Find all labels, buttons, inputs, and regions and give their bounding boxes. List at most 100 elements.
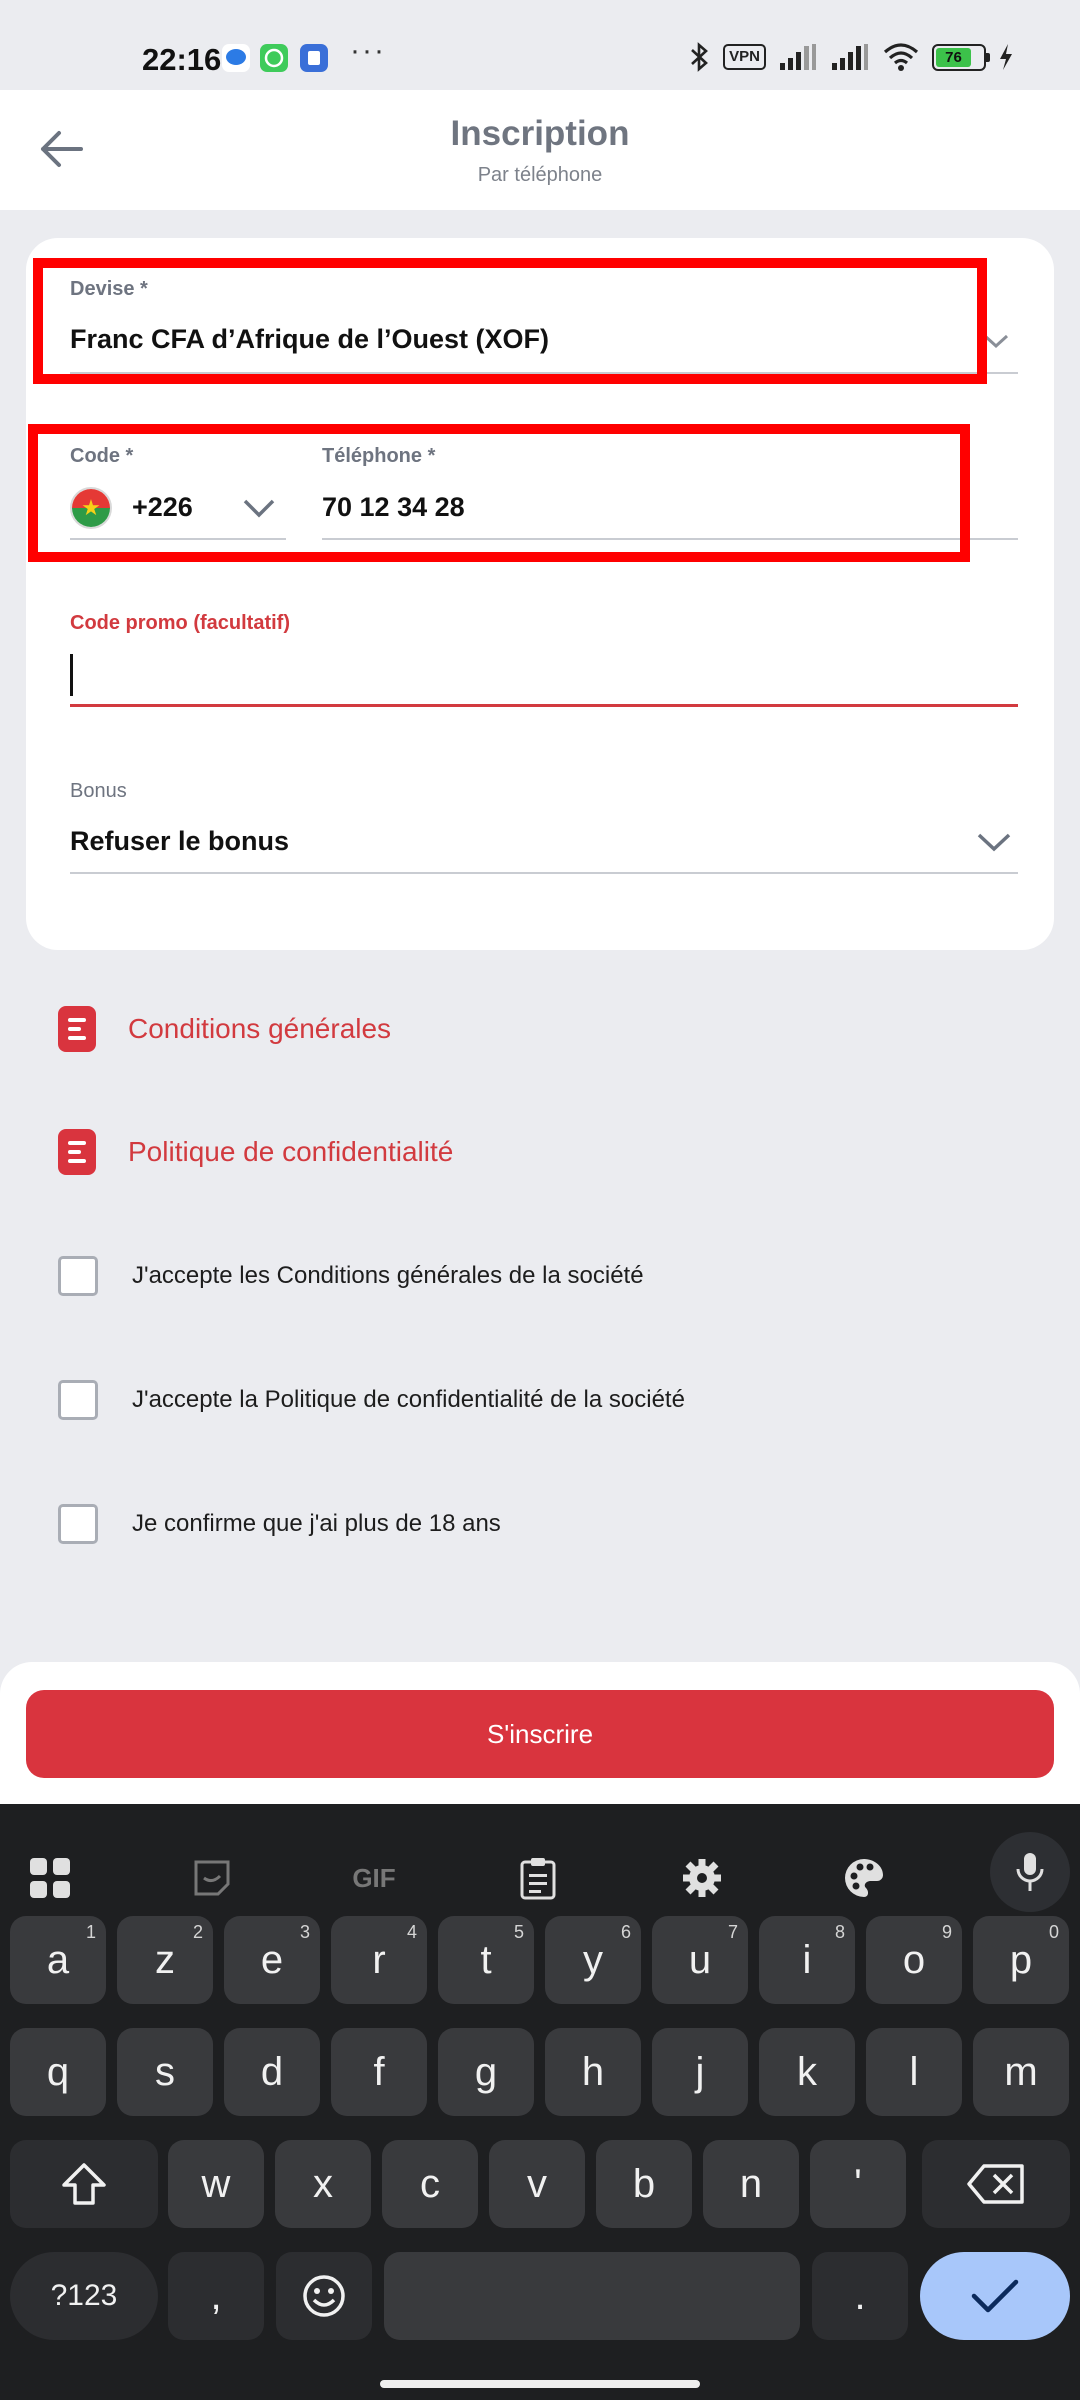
key-e[interactable]: e3 — [224, 1916, 320, 2004]
key-label: j — [695, 2049, 705, 2094]
age-confirm-checkbox-row[interactable]: Je confirme que j'ai plus de 18 ans — [58, 1502, 501, 1546]
shift-key[interactable] — [10, 2140, 158, 2228]
charging-icon — [1000, 44, 1012, 70]
keyboard: GIF a1z2e3r4t5y6u7i8o9p0 qsdfghjklm wxcv… — [0, 1804, 1080, 2400]
key-label: r — [372, 1937, 386, 1982]
key-g[interactable]: g — [438, 2028, 534, 2116]
key-label: v — [527, 2161, 547, 2206]
promo-underline — [70, 704, 1018, 707]
key-y[interactable]: y6 — [545, 1916, 641, 2004]
privacy-link[interactable]: Politique de confidentialité — [58, 1127, 453, 1177]
key-apostrophe[interactable]: ' — [810, 2140, 906, 2228]
bluetooth-icon — [691, 42, 709, 72]
key-label: b — [632, 2161, 656, 2206]
key-d[interactable]: d — [224, 2028, 320, 2116]
space-key[interactable] — [384, 2252, 800, 2340]
key-label: a — [46, 1937, 70, 1982]
key-label: m — [1004, 2049, 1038, 2094]
key-t[interactable]: t5 — [438, 1916, 534, 2004]
promo-label: Code promo (facultatif) — [70, 612, 290, 634]
currency-highlight-box — [33, 258, 987, 384]
key-label: p — [1009, 1937, 1033, 1982]
document-icon — [58, 1129, 96, 1175]
accept-terms-checkbox-row[interactable]: J'accepte les Conditions générales de la… — [58, 1254, 644, 1298]
home-indicator — [380, 2380, 700, 2388]
key-label: f — [373, 2049, 385, 2094]
theme-palette-icon[interactable] — [834, 1848, 894, 1908]
age-confirm-label: Je confirme que j'ai plus de 18 ans — [132, 1510, 501, 1537]
signal-icon — [780, 44, 816, 70]
terms-link-label: Conditions générales — [128, 1013, 392, 1044]
apps-grid-icon[interactable] — [20, 1848, 80, 1908]
accept-terms-checkbox[interactable] — [58, 1256, 98, 1296]
terms-link[interactable]: Conditions générales — [58, 1004, 391, 1054]
key-n[interactable]: n — [703, 2140, 799, 2228]
key-label: x — [313, 2161, 333, 2206]
key-a[interactable]: a1 — [10, 1916, 106, 2004]
microphone-icon[interactable] — [990, 1832, 1070, 1912]
privacy-link-label: Politique de confidentialité — [128, 1136, 454, 1167]
more-notifications-icon: ··· — [350, 34, 386, 67]
settings-gear-icon[interactable] — [672, 1848, 732, 1908]
emoji-icon — [303, 2275, 345, 2317]
accept-privacy-checkbox[interactable] — [58, 1380, 98, 1420]
backspace-icon — [967, 2164, 1024, 2204]
emoji-key[interactable] — [276, 2252, 372, 2340]
key-hint: 7 — [727, 1922, 738, 1942]
whatsapp-icon — [260, 44, 288, 72]
wifi-icon — [883, 43, 919, 71]
key-hint: 4 — [406, 1922, 417, 1942]
key-w[interactable]: w — [168, 2140, 264, 2228]
key-b[interactable]: b — [596, 2140, 692, 2228]
key-f[interactable]: f — [331, 2028, 427, 2116]
key-h[interactable]: h — [545, 2028, 641, 2116]
key-label: n — [739, 2161, 763, 2206]
register-button[interactable]: S'inscrire — [26, 1690, 1054, 1778]
vpn-badge: VPN — [723, 44, 766, 70]
submit-area: S'inscrire — [0, 1662, 1080, 1804]
text-cursor — [70, 654, 73, 696]
key-label: i — [802, 1937, 812, 1982]
page-subtitle: Par téléphone — [477, 164, 603, 186]
key-hint: 2 — [192, 1922, 203, 1942]
key-label: q — [46, 2049, 70, 2094]
key-label: w — [201, 2161, 231, 2206]
accept-terms-label: J'accepte les Conditions générales de la… — [132, 1262, 644, 1289]
status-time: 22:16 — [142, 42, 222, 77]
comma-key[interactable]: , — [168, 2252, 264, 2340]
period-key[interactable]: . — [812, 2252, 908, 2340]
clipboard-icon[interactable] — [508, 1848, 568, 1908]
sticker-icon[interactable] — [182, 1848, 242, 1908]
key-hint: 1 — [85, 1922, 96, 1942]
key-label: ' — [854, 2161, 862, 2206]
key-p[interactable]: p0 — [973, 1916, 1069, 2004]
symbols-key[interactable]: ?123 — [10, 2252, 158, 2340]
key-q[interactable]: q — [10, 2028, 106, 2116]
key-label: z — [155, 1937, 175, 1982]
key-j[interactable]: j — [652, 2028, 748, 2116]
backspace-key[interactable] — [922, 2140, 1070, 2228]
key-k[interactable]: k — [759, 2028, 855, 2116]
enter-key[interactable] — [920, 2252, 1070, 2340]
gif-button[interactable]: GIF — [344, 1848, 404, 1908]
age-confirm-checkbox[interactable] — [58, 1504, 98, 1544]
status-icons: VPN 76 — [689, 40, 1014, 74]
key-i[interactable]: i8 — [759, 1916, 855, 2004]
key-m[interactable]: m — [973, 2028, 1069, 2116]
key-hint: 8 — [834, 1922, 845, 1942]
key-s[interactable]: s — [117, 2028, 213, 2116]
key-hint: 9 — [941, 1922, 952, 1942]
page-title: Inscription — [450, 114, 630, 153]
key-z[interactable]: z2 — [117, 1916, 213, 2004]
key-c[interactable]: c — [382, 2140, 478, 2228]
accept-privacy-checkbox-row[interactable]: J'accepte la Politique de confidentialit… — [58, 1378, 685, 1422]
key-l[interactable]: l — [866, 2028, 962, 2116]
key-r[interactable]: r4 — [331, 1916, 427, 2004]
key-u[interactable]: u7 — [652, 1916, 748, 2004]
key-o[interactable]: o9 — [866, 1916, 962, 2004]
battery-level: 76 — [936, 47, 971, 67]
key-hint: 6 — [620, 1922, 631, 1942]
key-x[interactable]: x — [275, 2140, 371, 2228]
key-v[interactable]: v — [489, 2140, 585, 2228]
phone-highlight-box — [28, 424, 970, 562]
